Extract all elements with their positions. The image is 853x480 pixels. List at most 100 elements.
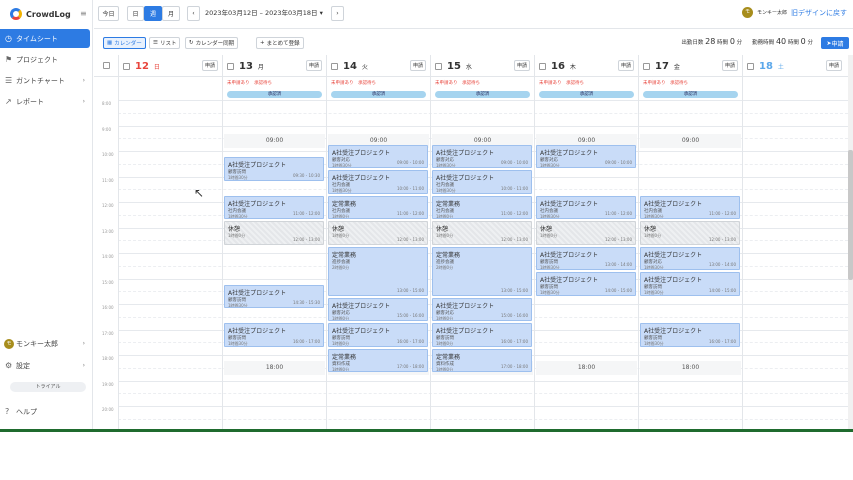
- time-entry[interactable]: A社受注プロジェクト 顧客対応 1時間0分 15:00 - 16:00: [328, 297, 428, 321]
- entry-title: 休憩: [332, 226, 345, 233]
- time-label: 18:00: [102, 356, 114, 361]
- day-column-13[interactable]: 13 月 申請 未申請あり 承認待ち 承認済 09:00 18:00 A社受注プロジェクト 顧客…: [222, 55, 326, 429]
- status-badge[interactable]: 承認済: [227, 91, 322, 98]
- break-event[interactable]: 休憩 1時間0分 12:00 - 13:00: [536, 221, 636, 245]
- next-week-button[interactable]: ›: [331, 6, 344, 21]
- day-apply-button[interactable]: 申請: [721, 60, 738, 71]
- sidebar-item-gantt[interactable]: ☰ ガントチャート ›: [0, 71, 93, 90]
- time-entry[interactable]: 定常業務 進捗会議 2時間0分 13:00 - 15:00: [432, 246, 532, 296]
- break-event[interactable]: 休憩 1時間0分 12:00 - 13:00: [640, 221, 740, 245]
- entry-time-range: 09:00 - 10:00: [396, 160, 424, 165]
- sidebar-item-report[interactable]: ↗ レポート ›: [0, 92, 93, 111]
- scrollbar-thumb[interactable]: [848, 150, 853, 280]
- sidebar-item-project[interactable]: ⚑ プロジェクト: [0, 50, 93, 69]
- status-badge[interactable]: 承認済: [539, 91, 634, 98]
- time-entry[interactable]: A社受注プロジェクト 顧客訪問 1時間30分 14:00 - 15:00: [640, 272, 740, 296]
- select-all-checkbox[interactable]: [103, 62, 110, 69]
- day-apply-button[interactable]: 申請: [409, 60, 426, 71]
- day-column-15[interactable]: 15水申請未申請あり 承認待ち承認済09:0018:00A社受注プロジェクト顧客…: [430, 55, 534, 429]
- week-view-button[interactable]: 週: [144, 6, 162, 21]
- work-time-unit: 時間: [787, 40, 799, 46]
- prev-week-button[interactable]: ‹: [187, 6, 200, 21]
- sidebar-item-label: タイムシート: [16, 34, 58, 43]
- time-entry[interactable]: A社受注プロジェクト 社内会議 1時間30分 10:00 - 11:00: [432, 170, 532, 194]
- menu-toggle-icon[interactable]: ≡: [80, 9, 87, 18]
- time-entry[interactable]: A社受注プロジェクト 顧客訪問 1時間0分 16:00 - 17:00: [328, 323, 428, 347]
- status-warning: 未申請あり 承認待ち: [227, 81, 272, 86]
- day-column-18[interactable]: 18 土 申請: [742, 55, 846, 429]
- old-design-link[interactable]: 旧デザインに戻す: [791, 8, 847, 18]
- day-apply-button[interactable]: 申請: [201, 60, 218, 71]
- time-entry[interactable]: 定常業務 社内会議 1時間0分 11:00 - 12:00: [328, 195, 428, 219]
- sidebar-user[interactable]: モ モンキー太郎 ›: [0, 334, 93, 353]
- time-entry[interactable]: A社受注プロジェクト 顧客訪問 1時間30分 09:30 - 10:30: [224, 157, 324, 181]
- day-column-14[interactable]: 14火申請未申請あり 承認待ち承認済09:0018:00A社受注プロジェクト顧客…: [326, 55, 430, 429]
- day-apply-button[interactable]: 申請: [617, 60, 634, 71]
- day-checkbox[interactable]: [643, 62, 650, 70]
- time-entry[interactable]: A社受注プロジェクト 社内会議 1時間30分 11:00 - 12:00: [640, 195, 740, 219]
- break-event[interactable]: 休憩 1時間0分 12:00 - 13:00: [432, 221, 532, 245]
- trial-badge[interactable]: トライアル: [10, 382, 86, 392]
- status-badge[interactable]: 承認済: [643, 91, 738, 98]
- calendar-sync-button[interactable]: ↻ カレンダー同期: [185, 37, 239, 49]
- time-entry[interactable]: 定常業務 社内会議 1時間0分 11:00 - 12:00: [432, 195, 532, 219]
- time-entry[interactable]: A社受注プロジェクト 顧客対応 1時間30分 09:00 - 10:00: [328, 144, 428, 168]
- time-entry[interactable]: A社受注プロジェクト 社内会議 1時間30分 11:00 - 12:00: [224, 195, 324, 219]
- day-column-16[interactable]: 16 木申請 未申請あり 承認待ち 承認済 09:00 18:00 A社受注プロジェクト 顧客…: [534, 55, 638, 429]
- day-checkbox[interactable]: [435, 62, 442, 70]
- time-entry[interactable]: A社受注プロジェクト 顧客訪問 1時間0分 16:00 - 17:00: [432, 323, 532, 347]
- entry-title: A社受注プロジェクト: [436, 328, 495, 335]
- submit-button[interactable]: ➤ 申請: [821, 37, 849, 49]
- entry-title: A社受注プロジェクト: [228, 162, 287, 170]
- time-entry[interactable]: A社受注プロジェクト 顧客訪問 1時間30分 14:30 - 15:30: [224, 284, 324, 309]
- bulk-register-button[interactable]: + まとめて登録: [256, 37, 304, 49]
- break-event[interactable]: 休憩 1時間0分 12:00 - 13:00: [224, 221, 324, 245]
- time-entry[interactable]: 定常業務 資料作成 1時間0分 17:00 - 18:00: [432, 348, 532, 372]
- time-entry[interactable]: A社受注プロジェクト 顧客訪問 1時間30分 13:00 - 14:00: [536, 246, 636, 270]
- time-entry[interactable]: A社受注プロジェクト 社内会議 1時間30分 10:00 - 11:00: [328, 170, 428, 194]
- status-badge[interactable]: 承認済: [331, 91, 426, 98]
- time-entry[interactable]: 定常業務 進捗会議 2時間0分 13:00 - 15:00: [328, 246, 428, 296]
- today-button[interactable]: 今日: [98, 6, 119, 21]
- day-checkbox[interactable]: [747, 62, 754, 70]
- break-event[interactable]: 休憩 1時間0分 12:00 - 13:00: [328, 221, 428, 245]
- time-entry[interactable]: 定常業務 資料作成 1時間0分 17:00 - 18:00: [328, 348, 428, 372]
- day-apply-button[interactable]: 申請: [513, 60, 530, 71]
- day-apply-button[interactable]: 申請: [825, 60, 842, 71]
- day-view-button[interactable]: 日: [127, 6, 144, 21]
- time-entry[interactable]: A社受注プロジェクト 顧客対応 1時間30分 13:00 - 14:00: [640, 246, 740, 270]
- time-entry[interactable]: A社受注プロジェクト 顧客対応 1時間30分 09:00 - 10:00: [432, 144, 532, 168]
- header-user-name[interactable]: モンキー太郎: [757, 9, 787, 16]
- day-checkbox[interactable]: [539, 62, 546, 70]
- day-apply-button[interactable]: 申請: [305, 60, 322, 71]
- entry-time-range: 12:00 - 13:00: [604, 236, 632, 242]
- day-checkbox[interactable]: [123, 62, 130, 70]
- entry-time-range: 11:00 - 12:00: [708, 211, 736, 216]
- entry-title: A社受注プロジェクト: [332, 175, 391, 182]
- day-column-12[interactable]: 12 日 申請: [118, 55, 222, 429]
- time-entry[interactable]: A社受注プロジェクト 顧客訪問 1時間30分 14:00 - 15:00: [536, 272, 636, 296]
- calendar-view-button[interactable]: ▦ カレンダー: [103, 37, 146, 49]
- time-entry[interactable]: A社受注プロジェクト 顧客訪問 1時間30分 16:00 - 17:00: [640, 323, 740, 347]
- time-entry[interactable]: A社受注プロジェクト 顧客対応 1時間0分 15:00 - 16:00: [432, 297, 532, 321]
- entry-title: A社受注プロジェクト: [644, 200, 703, 208]
- avatar[interactable]: モ: [741, 7, 753, 18]
- calendar-scrollbar[interactable]: [848, 55, 853, 429]
- entry-title: A社受注プロジェクト: [332, 328, 391, 335]
- time-entry[interactable]: A社受注プロジェクト 顧客訪問 1時間30分 16:00 - 17:00: [224, 323, 324, 347]
- day-column-17[interactable]: 17 金 申請 未申請あり 承認待ち 承認済 09:00 18:00 A社受注プロジェクト 社内…: [638, 55, 742, 429]
- view-toolbar: ▦ カレンダー ☰ リスト ↻ カレンダー同期 + まとめて登録 出勤日数 28…: [94, 34, 853, 52]
- app-window: CrowdLog ≡ ◷ タイムシート ⚑ プロジェクト ☰ ガントチャート ›…: [0, 0, 853, 432]
- day-checkbox[interactable]: [227, 62, 234, 70]
- day-checkbox[interactable]: [331, 62, 338, 70]
- sidebar-item-timesheet[interactable]: ◷ タイムシート: [0, 29, 90, 48]
- sidebar-item-settings[interactable]: ⚙ 設定 ›: [0, 356, 93, 375]
- month-view-button[interactable]: 月: [162, 6, 180, 21]
- status-badge[interactable]: 承認済: [435, 91, 530, 98]
- sidebar-item-help[interactable]: ? ヘルプ: [0, 402, 93, 421]
- app-logo[interactable]: CrowdLog: [10, 6, 71, 22]
- time-entry[interactable]: A社受注プロジェクト 顧客対応 1時間30分 09:00 - 10:00: [536, 144, 636, 168]
- time-entry[interactable]: A社受注プロジェクト 社内会議 1時間30分 11:00 - 12:00: [536, 195, 636, 219]
- list-view-button[interactable]: ☰ リスト: [149, 37, 181, 49]
- date-range-picker[interactable]: 2023年03月12日 – 2023年03月18日 ▾: [205, 7, 323, 17]
